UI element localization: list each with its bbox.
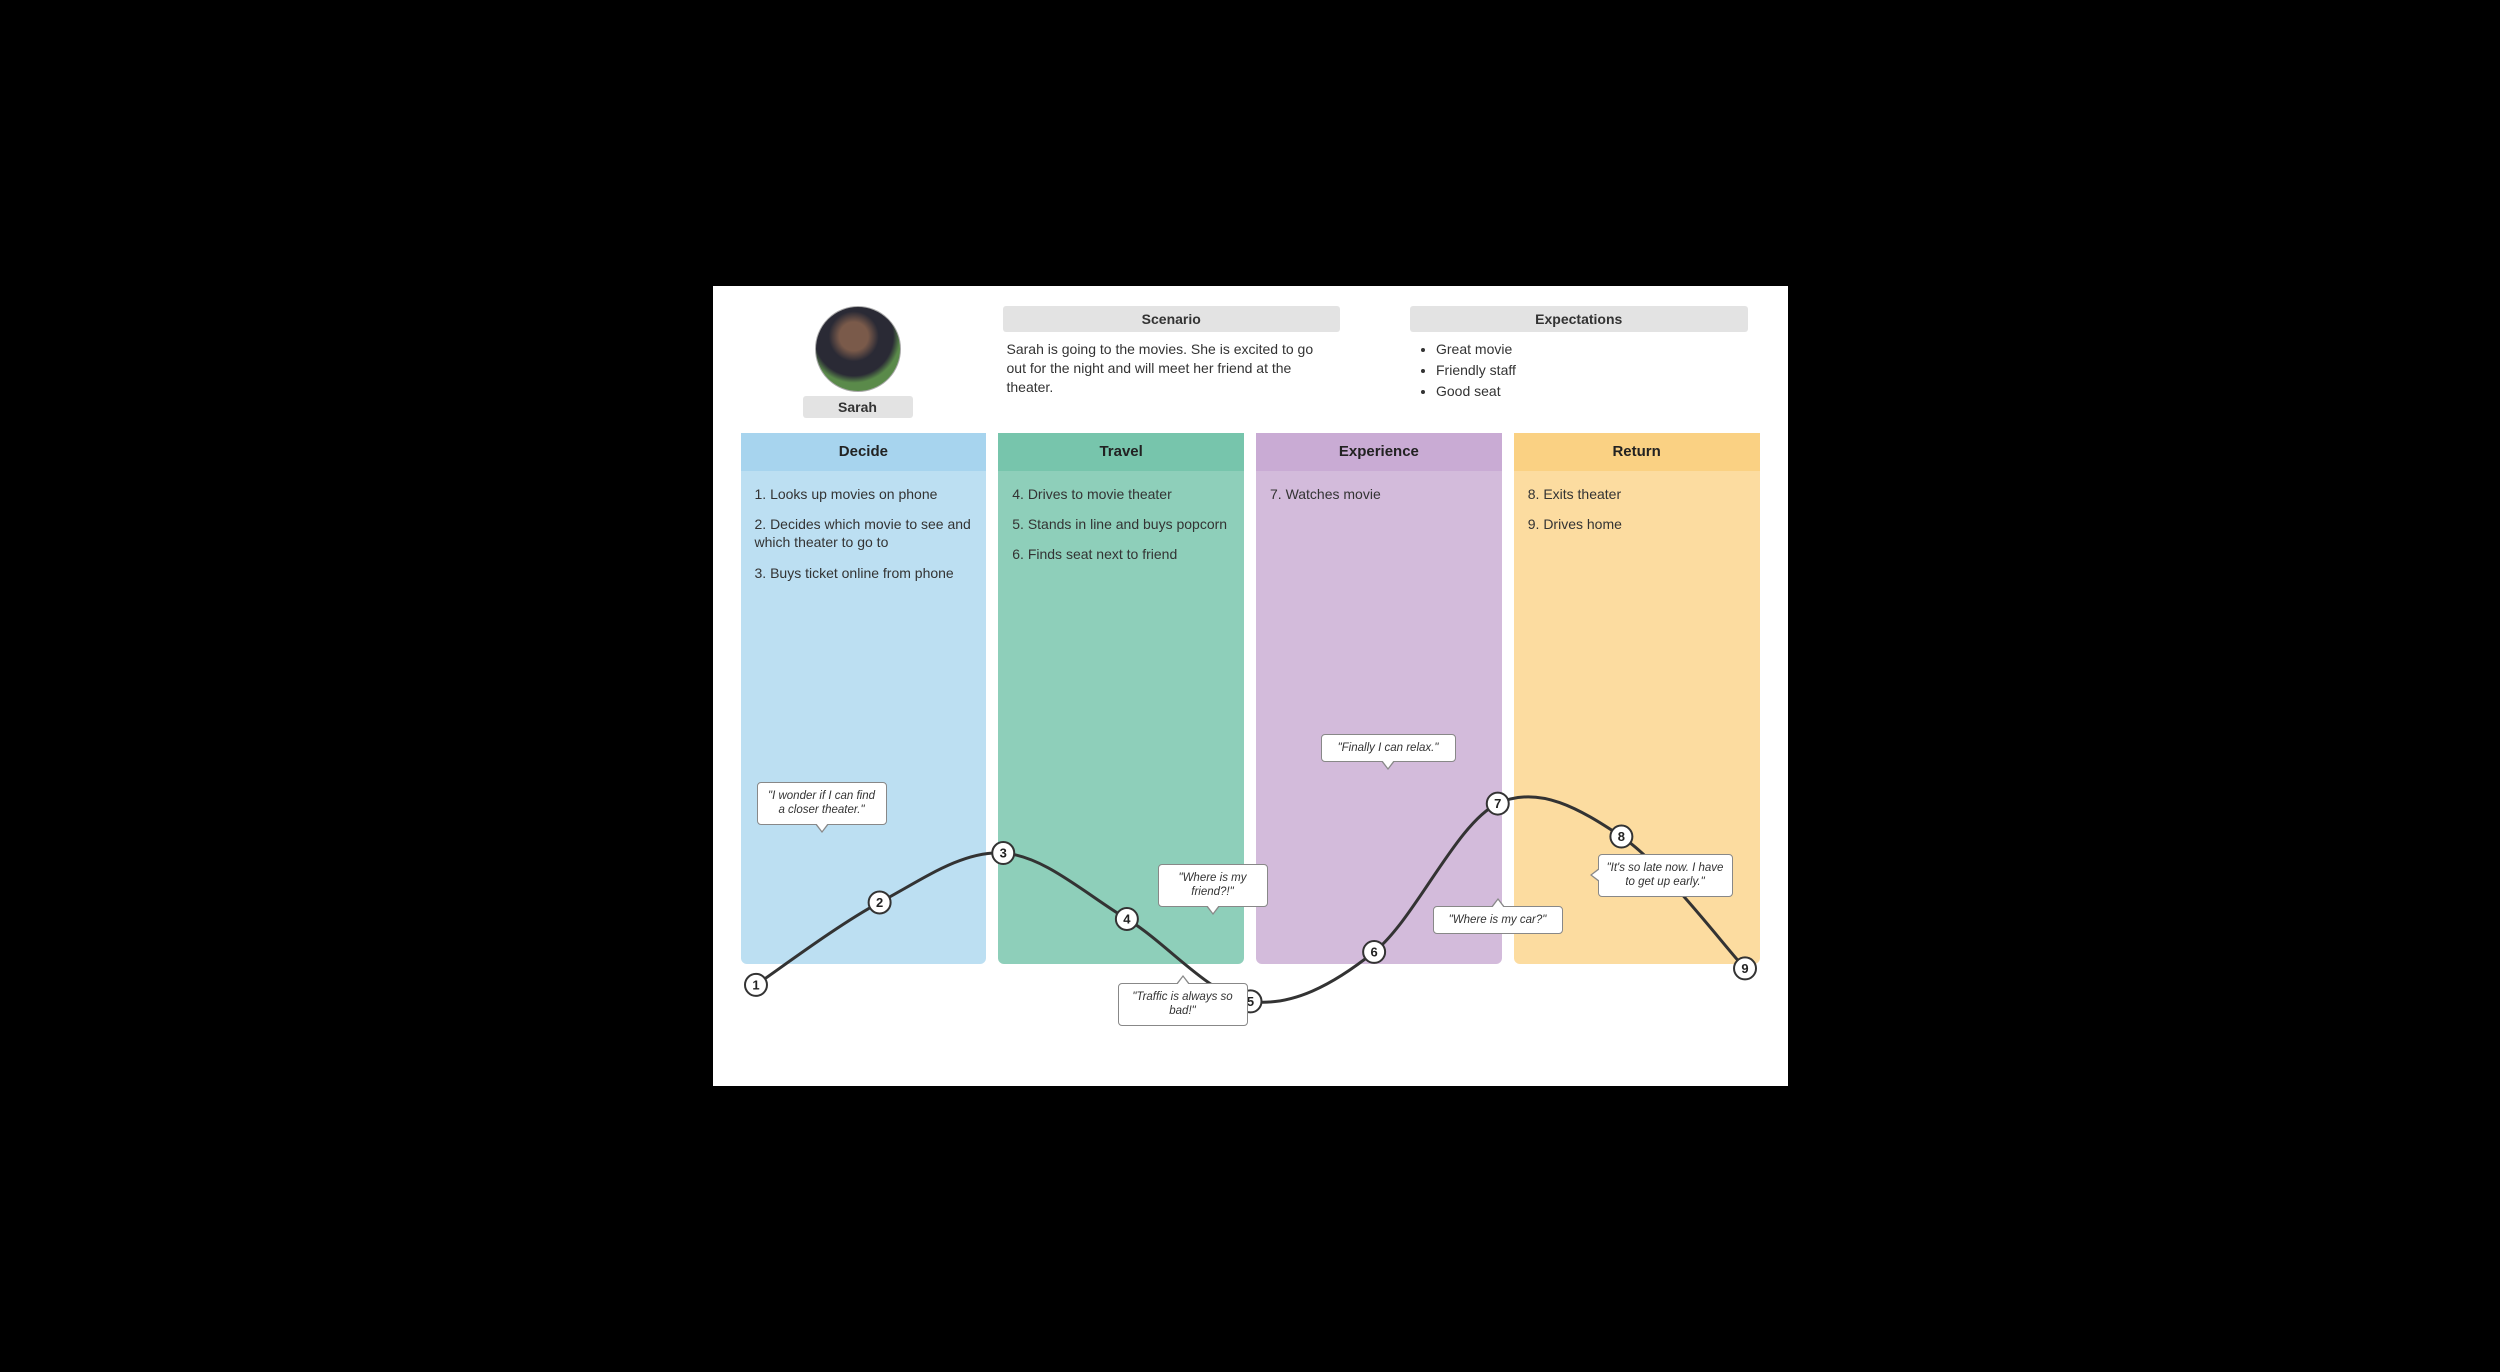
phase-steps: 1. Looks up movies on phone 2. Decides w… <box>741 471 987 582</box>
expectation-item: Great movie <box>1436 340 1744 359</box>
expectations-block: Expectations Great movie Friendly staff … <box>1410 306 1748 403</box>
phase-return: Return 8. Exits theater 9. Drives home <box>1514 433 1760 964</box>
curve-node <box>744 974 766 996</box>
step-item: 8. Exits theater <box>1528 485 1746 503</box>
quote-bubble-2: "Traffic is always so bad!" <box>1118 983 1248 1026</box>
phase-steps: 7. Watches movie <box>1256 471 1502 503</box>
phase-travel: Travel 4. Drives to movie theater 5. Sta… <box>998 433 1244 964</box>
scenario-block: Scenario Sarah is going to the movies. S… <box>1003 306 1341 397</box>
expectations-list: Great movie Friendly staff Good seat <box>1414 340 1744 401</box>
phase-experience: Experience 7. Watches movie <box>1256 433 1502 964</box>
journey-map-canvas: Sarah Scenario Sarah is going to the mov… <box>713 286 1788 1086</box>
phase-title: Travel <box>998 433 1244 471</box>
header: Sarah Scenario Sarah is going to the mov… <box>733 306 1768 433</box>
expectation-item: Friendly staff <box>1436 361 1744 380</box>
step-item: 6. Finds seat next to friend <box>1012 545 1230 563</box>
phase-decide: Decide 1. Looks up movies on phone 2. De… <box>741 433 987 964</box>
curve-node-label: 5 <box>1246 994 1253 1009</box>
step-item: 2. Decides which movie to see and which … <box>755 515 973 551</box>
phase-title: Experience <box>1256 433 1502 471</box>
persona-avatar <box>815 306 901 392</box>
scenario-title: Scenario <box>1003 306 1341 332</box>
scenario-text: Sarah is going to the movies. She is exc… <box>1003 340 1341 397</box>
step-item: 4. Drives to movie theater <box>1012 485 1230 503</box>
phase-title: Return <box>1514 433 1760 471</box>
phase-steps: 4. Drives to movie theater 5. Stands in … <box>998 471 1244 564</box>
phase-steps: 8. Exits theater 9. Drives home <box>1514 471 1760 533</box>
phase-title: Decide <box>741 433 987 471</box>
step-item: 3. Buys ticket online from phone <box>755 564 973 582</box>
step-item: 5. Stands in line and buys popcorn <box>1012 515 1230 533</box>
persona-name: Sarah <box>803 396 913 418</box>
step-item: 1. Looks up movies on phone <box>755 485 973 503</box>
curve-node <box>1239 990 1261 1012</box>
step-item: 7. Watches movie <box>1270 485 1488 503</box>
persona-block: Sarah <box>803 306 913 418</box>
step-item: 9. Drives home <box>1528 515 1746 533</box>
expectations-title: Expectations <box>1410 306 1748 332</box>
curve-node-label: 1 <box>752 977 759 992</box>
expectation-item: Good seat <box>1436 382 1744 401</box>
phase-columns: Decide 1. Looks up movies on phone 2. De… <box>733 433 1768 964</box>
